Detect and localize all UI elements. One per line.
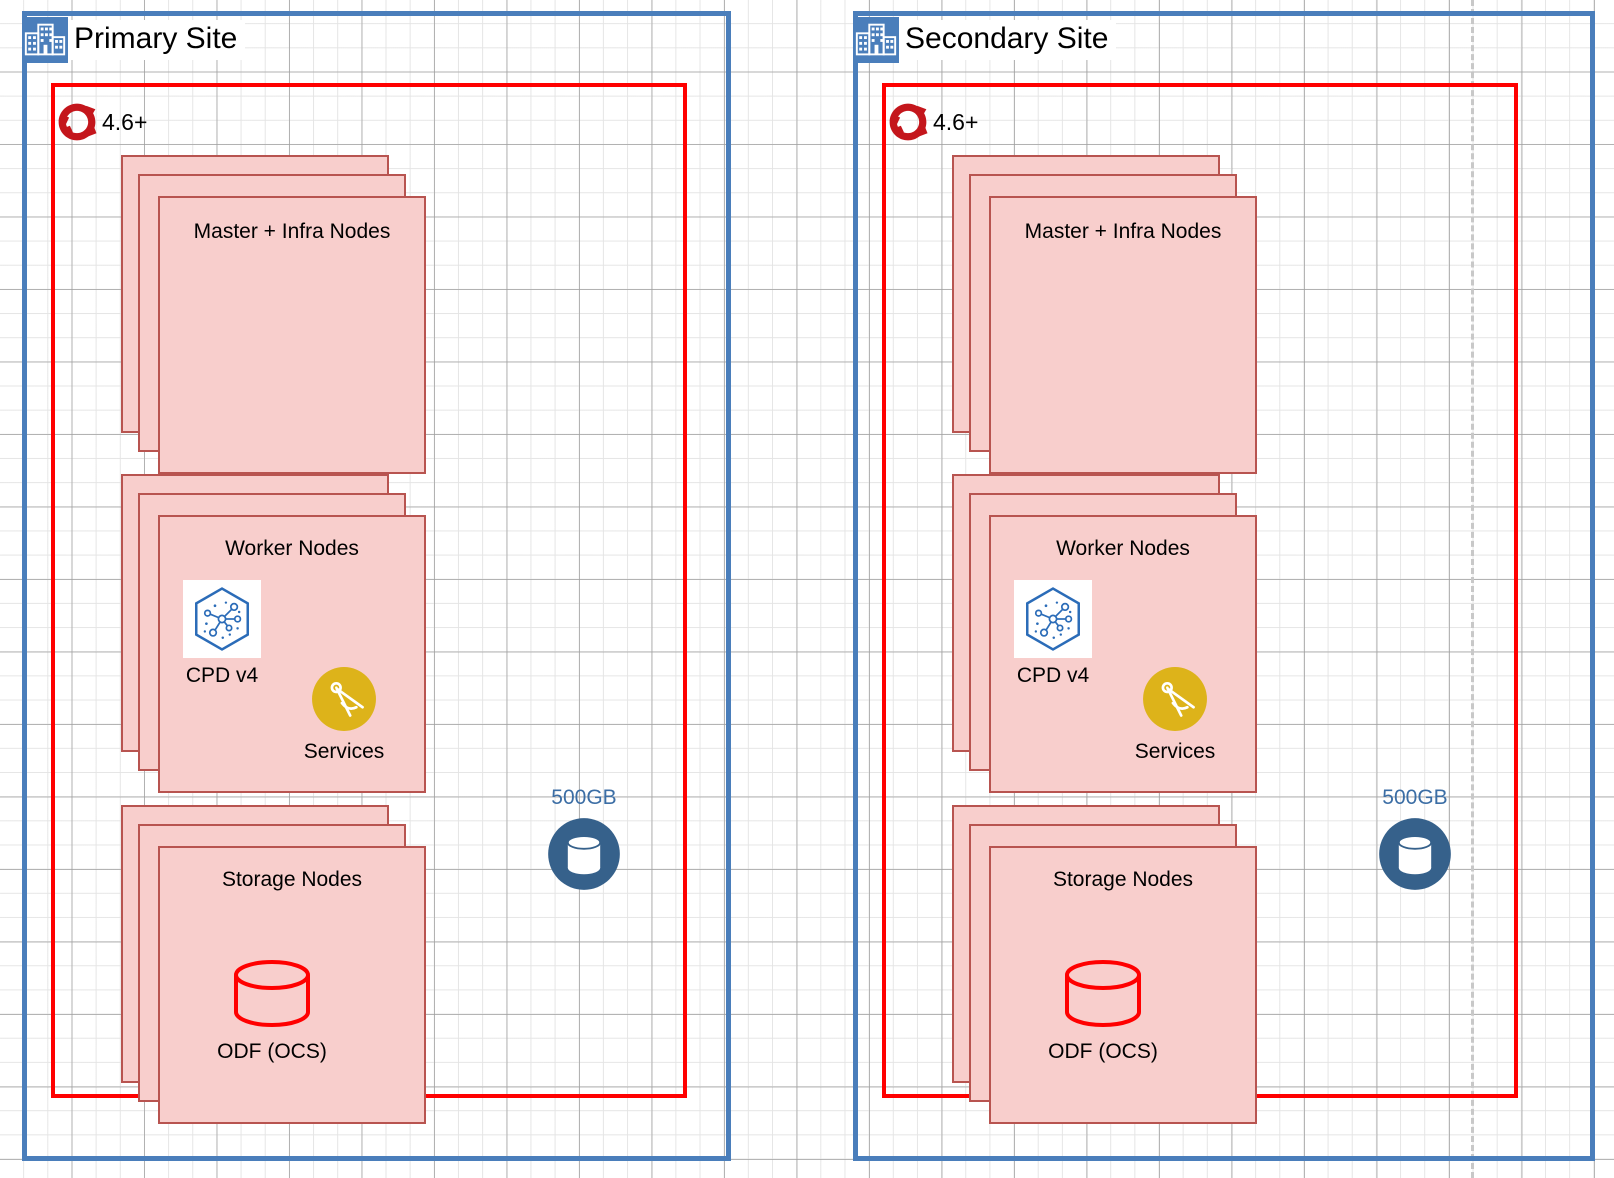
diagram-canvas: 4.6+ Master + Infra Nodes Worker Nodes C…	[0, 0, 1614, 1178]
node-group-title: Master + Infra Nodes	[1024, 220, 1222, 243]
building-icon	[22, 17, 68, 63]
odf-label: ODF (OCS)	[1048, 1040, 1158, 1063]
node-card-front[interactable]: Storage Nodes ODF (OCS)	[989, 846, 1257, 1124]
site-container-secondary[interactable]: 4.6+ Master + Infra Nodes Worker Nodes C…	[853, 11, 1595, 1161]
site-title-primary: Primary Site	[68, 20, 246, 60]
node-group-title: Worker Nodes	[225, 537, 359, 560]
disk-icon	[1379, 818, 1451, 890]
openshift-badge-primary: 4.6+	[53, 98, 147, 146]
node-group-title: Worker Nodes	[1056, 537, 1190, 560]
openshift-version-label: 4.6+	[933, 108, 979, 135]
odf-icon-holder[interactable]: ODF (OCS)	[217, 958, 327, 1063]
openshift-cluster-secondary[interactable]: 4.6+ Master + Infra Nodes Worker Nodes C…	[882, 83, 1518, 1124]
node-group-storage-primary[interactable]: Storage Nodes ODF (OCS)	[121, 805, 431, 1130]
node-card-front[interactable]: Master + Infra Nodes	[158, 196, 426, 474]
cpd-hexagon-icon	[183, 580, 261, 658]
openshift-version-label: 4.6+	[102, 108, 148, 135]
node-group-master-infra-secondary[interactable]: Master + Infra Nodes	[952, 155, 1262, 475]
node-group-storage-secondary[interactable]: Storage Nodes ODF (OCS)	[952, 805, 1262, 1130]
cpd-label: CPD v4	[1016, 664, 1090, 687]
node-group-title: Master + Infra Nodes	[193, 220, 391, 243]
external-storage-label: 500GB	[551, 786, 617, 809]
node-group-master-infra-primary[interactable]: Master + Infra Nodes	[121, 155, 431, 475]
node-card-front[interactable]: Worker Nodes CPD v4 Services	[989, 515, 1257, 793]
openshift-badge-secondary: 4.6+	[884, 98, 978, 146]
disk-icon	[548, 818, 620, 890]
odf-cylinder-icon	[1065, 960, 1141, 1027]
cpd-icon-holder[interactable]: CPD v4	[183, 580, 261, 687]
site-title-secondary: Secondary Site	[899, 20, 1117, 60]
services-icon-holder[interactable]: Services	[1135, 666, 1215, 763]
node-group-worker-secondary[interactable]: Worker Nodes CPD v4 Services	[952, 474, 1262, 799]
services-icon-holder[interactable]: Services	[304, 666, 384, 763]
odf-cylinder-icon	[234, 960, 310, 1027]
node-group-title: Storage Nodes	[1052, 868, 1194, 891]
odf-label: ODF (OCS)	[217, 1040, 327, 1063]
odf-icon-holder[interactable]: ODF (OCS)	[1048, 958, 1158, 1063]
node-card-front[interactable]: Storage Nodes ODF (OCS)	[158, 846, 426, 1124]
node-group-worker-primary[interactable]: Worker Nodes CPD v4 Services	[121, 474, 431, 799]
cpd-label: CPD v4	[185, 664, 259, 687]
site-header-secondary: Secondary Site	[853, 11, 1117, 69]
building-icon	[853, 17, 899, 63]
openshift-icon	[889, 103, 928, 141]
services-compass-icon	[1143, 667, 1207, 731]
external-storage-label: 500GB	[1382, 786, 1448, 809]
node-group-title: Storage Nodes	[221, 868, 363, 891]
external-storage-secondary[interactable]: 500GB	[1355, 786, 1475, 906]
openshift-icon	[58, 103, 97, 141]
openshift-cluster-primary[interactable]: 4.6+ Master + Infra Nodes Worker Nodes C…	[51, 83, 687, 1124]
services-label: Services	[1134, 740, 1216, 763]
cpd-hexagon-icon	[1014, 580, 1092, 658]
services-compass-icon	[312, 667, 376, 731]
site-header-primary: Primary Site	[22, 11, 246, 69]
external-storage-primary[interactable]: 500GB	[524, 786, 644, 906]
node-card-front[interactable]: Worker Nodes CPD v4 Services	[158, 515, 426, 793]
node-card-front[interactable]: Master + Infra Nodes	[989, 196, 1257, 474]
site-container-primary[interactable]: 4.6+ Master + Infra Nodes Worker Nodes C…	[22, 11, 731, 1161]
cpd-icon-holder[interactable]: CPD v4	[1014, 580, 1092, 687]
services-label: Services	[303, 740, 385, 763]
